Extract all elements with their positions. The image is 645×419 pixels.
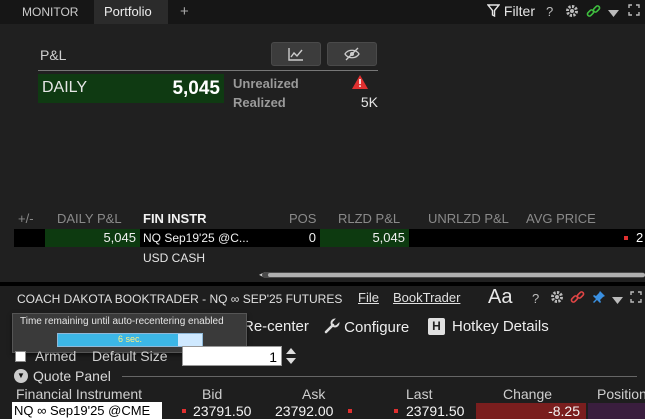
filter-button[interactable]: Filter (486, 3, 536, 19)
armed-checkbox[interactable] (15, 351, 26, 362)
maximize-icon[interactable] (630, 291, 642, 307)
pos-cell: 0 (308, 230, 316, 245)
change-cell: -8.25 (548, 403, 580, 419)
tab-portfolio[interactable]: Portfolio (94, 0, 168, 24)
scrollbar-thumb[interactable] (268, 273, 645, 277)
default-size-label: Default Size (92, 348, 168, 364)
col-header-change[interactable]: Change (503, 386, 552, 402)
configure-label: Configure (344, 319, 410, 336)
countdown-text: 6 sec. (117, 334, 142, 344)
link-icon[interactable] (586, 4, 601, 23)
menu-booktrader[interactable]: BookTrader (393, 290, 460, 305)
instrument-cell[interactable]: NQ ∞ Sep19'25 @CME (12, 402, 162, 419)
col-header-unrlzd-pnl[interactable]: UNRLZD P&L (428, 211, 509, 226)
col-header-avg-price[interactable]: AVG PRICE (526, 211, 596, 226)
hide-values-button[interactable] (327, 42, 377, 66)
tab-monitor[interactable]: MONITOR (12, 0, 88, 24)
chart-view-button[interactable] (271, 42, 321, 66)
pnl-divider (38, 70, 378, 71)
ask-cell: 23792.00 (275, 403, 334, 419)
chevron-down-icon[interactable] (608, 6, 619, 22)
quantity-stepper[interactable] (284, 346, 298, 366)
pin-icon[interactable] (592, 290, 606, 308)
font-size-button[interactable]: Aa (488, 286, 512, 309)
warning-icon (352, 75, 368, 89)
price-marker-icon (624, 236, 628, 240)
col-header-daily-pnl[interactable]: DAILY P&L (57, 211, 122, 226)
eye-off-icon (344, 47, 360, 64)
recenter-button[interactable]: Re-center (243, 318, 309, 335)
col-header-instrument[interactable]: Financial Instrument (16, 386, 142, 402)
quote-panel-label: Quote Panel (33, 368, 111, 384)
gear-icon[interactable] (550, 290, 564, 308)
wrench-icon (324, 316, 344, 336)
gear-icon[interactable] (565, 4, 579, 22)
window-title: COACH DAKOTA BOOKTRADER - NQ ∞ SEP'25 FU… (17, 292, 343, 306)
collapse-toggle-icon[interactable]: ▼ (14, 369, 28, 383)
armed-label: Armed (35, 348, 77, 364)
col-header-pos[interactable]: POS (289, 211, 316, 226)
help-button[interactable]: ? (532, 291, 539, 307)
daily-value: 5,045 (172, 78, 220, 99)
chevron-down-icon[interactable] (612, 293, 623, 309)
configure-button[interactable]: Configure (324, 316, 410, 336)
col-header-rlzd-pnl[interactable]: RLZD P&L (338, 211, 400, 226)
daily-pnl-cell: 5,045 (45, 229, 140, 247)
position-cell (588, 403, 645, 419)
ask-marker-icon (348, 409, 352, 413)
last-cell: 23791.50 (406, 403, 465, 419)
link-icon[interactable] (570, 290, 585, 309)
help-button[interactable]: ? (546, 4, 553, 20)
filter-label: Filter (503, 3, 536, 19)
quote-panel-divider (122, 376, 637, 377)
add-tab-button[interactable]: + (170, 0, 199, 24)
menu-file[interactable]: File (358, 290, 379, 305)
hotkey-details-button[interactable]: Hotkey Details (452, 318, 549, 335)
line-chart-icon (288, 47, 304, 64)
col-header-fin-instr[interactable]: FIN INSTR (143, 211, 207, 226)
realized-value: 5K (360, 94, 378, 110)
realized-label: Realized (233, 95, 286, 110)
fin-instr-cell[interactable]: NQ Sep19'25 @C... (143, 229, 249, 247)
col-header-change[interactable]: +/- (18, 211, 34, 226)
default-size-input[interactable]: 1 (182, 346, 282, 366)
fin-instr-cell[interactable]: USD CASH (143, 251, 205, 265)
avg-price-cell: 2 (636, 230, 644, 245)
last-marker-icon (394, 409, 398, 413)
daily-label: DAILY (42, 79, 88, 96)
hotkey-icon: H (428, 318, 445, 335)
col-header-bid[interactable]: Bid (202, 386, 222, 402)
tooltip-text: Time remaining until auto-recentering en… (20, 316, 224, 327)
bid-cell: 23791.50 (193, 403, 252, 419)
col-header-position[interactable]: Position (597, 386, 645, 402)
bid-marker-icon (182, 409, 186, 413)
rlzd-pnl-cell: 5,045 (320, 229, 409, 247)
pnl-title: P&L (40, 47, 67, 63)
col-header-last[interactable]: Last (406, 386, 432, 402)
unrealized-label: Unrealized (233, 76, 299, 91)
filter-icon (486, 3, 504, 19)
col-header-ask[interactable]: Ask (302, 386, 325, 402)
maximize-icon[interactable] (628, 4, 640, 20)
